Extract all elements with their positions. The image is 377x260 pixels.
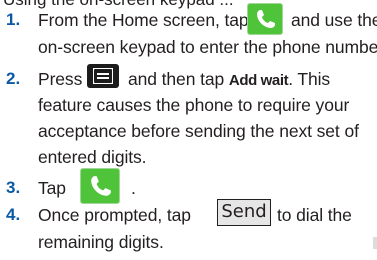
step-3-text-post: . <box>131 178 136 198</box>
step-3-text-pre: Tap <box>38 178 66 198</box>
step-1-text-pre: From the Home screen, tap <box>38 10 249 30</box>
phone-icon <box>80 168 120 204</box>
page-edge-mark <box>373 237 377 249</box>
step-2-text-mid: and then tap <box>128 69 225 89</box>
step-number-1: 1. <box>6 10 21 29</box>
phone-icon <box>247 3 283 35</box>
step-1-text-post: and use the <box>291 10 377 30</box>
step-2-line-3: acceptance before sending the next set o… <box>38 121 359 141</box>
add-wait-label: Add wait <box>228 72 289 89</box>
send-button: Send <box>217 199 271 226</box>
step-1-line-2: on-screen keypad to enter the phone numb… <box>38 37 377 57</box>
step-number-3: 3. <box>6 178 21 197</box>
cut-off-heading: Using the on-screen keypad ... <box>3 0 234 10</box>
step-2-line-4: entered digits. <box>38 147 147 167</box>
step-4-text-pre: Once prompted, tap <box>38 205 191 225</box>
step-number-4: 4. <box>6 205 21 224</box>
step-2-text-post: . This <box>288 69 331 89</box>
step-4-line-2: remaining digits. <box>38 232 164 252</box>
step-2-line-2: feature causes the phone to require your <box>38 95 350 115</box>
step-2-text-pre: Press <box>38 69 83 89</box>
step-2-line-1-rest: and then tap Add wait. This <box>128 69 330 90</box>
step-number-2: 2. <box>6 69 21 88</box>
menu-icon <box>87 64 119 88</box>
step-4-text-post: to dial the <box>277 205 352 225</box>
step-1-line-1: From the Home screen, tap <box>38 10 249 31</box>
